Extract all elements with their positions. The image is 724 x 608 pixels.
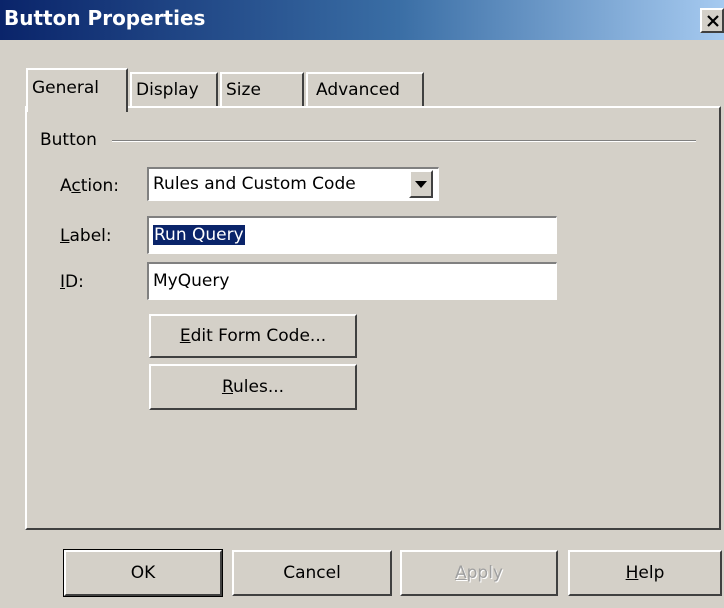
- tab-general[interactable]: General: [26, 68, 128, 112]
- label-field-label: Label:: [60, 226, 112, 246]
- tab-advanced-label: Advanced: [316, 80, 400, 100]
- tab-display[interactable]: Display: [130, 72, 218, 108]
- id-input[interactable]: MyQuery: [147, 262, 557, 300]
- edit-form-code-label: Edit Form Code...: [179, 326, 327, 346]
- dropdown-button[interactable]: [409, 170, 433, 198]
- tab-general-label: General: [32, 78, 99, 98]
- apply-label: Apply: [454, 563, 503, 583]
- title-bar[interactable]: Button Properties: [0, 0, 724, 40]
- chevron-down-icon: [415, 181, 427, 188]
- help-button[interactable]: Help: [568, 550, 722, 596]
- apply-button[interactable]: Apply: [400, 550, 558, 596]
- action-label: Action:: [60, 176, 119, 196]
- action-dropdown-value: Rules and Custom Code: [153, 174, 356, 194]
- close-button[interactable]: [700, 8, 724, 33]
- tab-advanced[interactable]: Advanced: [306, 72, 424, 108]
- ok-button[interactable]: OK: [63, 549, 223, 597]
- label-input-value: Run Query: [153, 225, 245, 245]
- id-label: ID:: [60, 272, 84, 292]
- group-divider: [112, 140, 696, 142]
- cancel-button[interactable]: Cancel: [232, 550, 392, 596]
- help-label: Help: [625, 563, 665, 583]
- edit-form-code-button[interactable]: Edit Form Code...: [149, 314, 357, 358]
- rules-button[interactable]: Rules...: [149, 364, 357, 410]
- window-title: Button Properties: [4, 6, 206, 30]
- close-icon: [707, 15, 719, 27]
- label-input[interactable]: Run Query: [147, 216, 557, 254]
- action-dropdown[interactable]: Rules and Custom Code: [147, 167, 439, 201]
- group-label-button: Button: [40, 130, 97, 150]
- id-input-value: MyQuery: [153, 271, 230, 291]
- cancel-label: Cancel: [283, 563, 341, 583]
- tab-size-label: Size: [226, 80, 261, 100]
- rules-label: Rules...: [221, 377, 285, 397]
- tab-size[interactable]: Size: [220, 72, 304, 108]
- tab-display-label: Display: [136, 80, 199, 100]
- ok-label: OK: [130, 563, 156, 583]
